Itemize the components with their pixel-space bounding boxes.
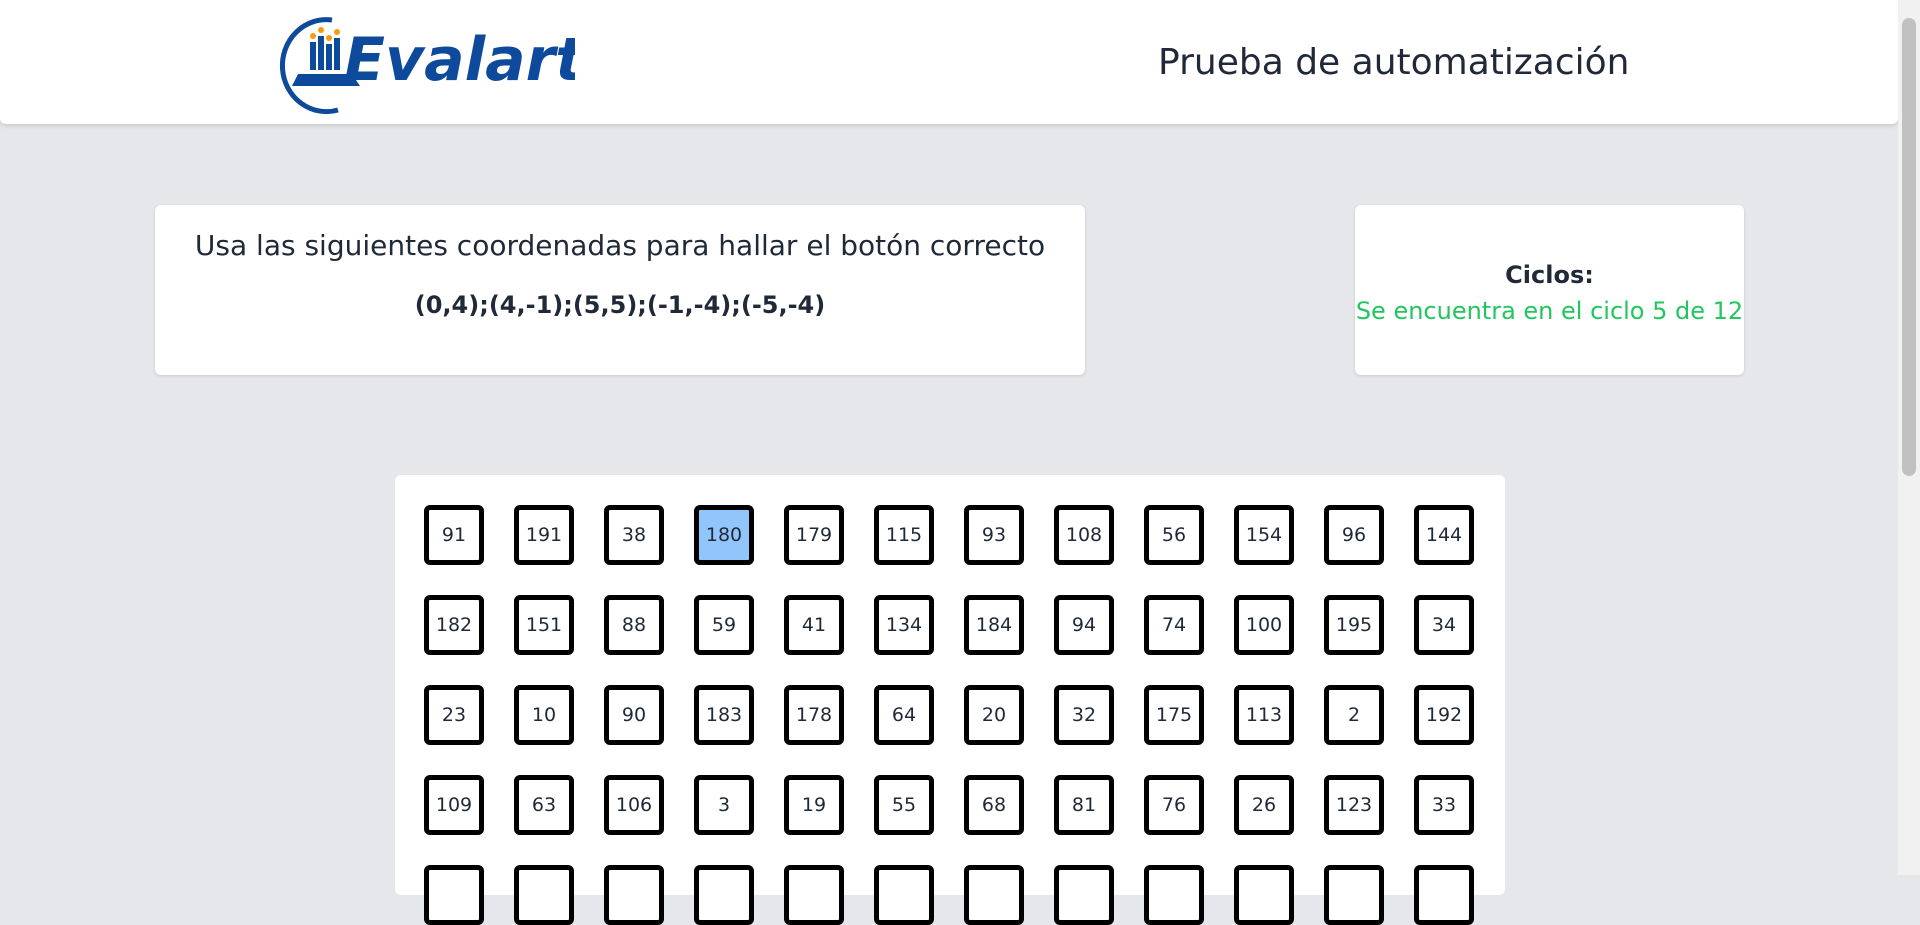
grid-button[interactable]: 23 xyxy=(424,685,484,745)
grid-button[interactable]: 10 xyxy=(514,685,574,745)
grid-button[interactable]: 59 xyxy=(694,595,754,655)
grid-button[interactable] xyxy=(964,865,1024,925)
grid-button[interactable]: 180 xyxy=(694,505,754,565)
grid-button[interactable] xyxy=(424,865,484,925)
grid-button[interactable]: 55 xyxy=(874,775,934,835)
vertical-scrollbar[interactable] xyxy=(1898,0,1920,875)
logo-wordmark: Evalart xyxy=(344,25,575,95)
grid-button[interactable]: 154 xyxy=(1234,505,1294,565)
grid-button[interactable]: 151 xyxy=(514,595,574,655)
grid-button[interactable]: 123 xyxy=(1324,775,1384,835)
grid-button[interactable] xyxy=(784,865,844,925)
grid-button[interactable]: 183 xyxy=(694,685,754,745)
grid-button[interactable]: 144 xyxy=(1414,505,1474,565)
cycle-status: Se encuentra en el ciclo 5 de 12 xyxy=(1355,297,1744,325)
grid-button[interactable]: 74 xyxy=(1144,595,1204,655)
grid-button[interactable]: 115 xyxy=(874,505,934,565)
grid-button[interactable] xyxy=(874,865,934,925)
grid-button[interactable]: 34 xyxy=(1414,595,1474,655)
coordinates-card: Usa las siguientes coordenadas para hall… xyxy=(155,205,1085,375)
grid-button[interactable] xyxy=(604,865,664,925)
grid-button[interactable]: 175 xyxy=(1144,685,1204,745)
grid-button[interactable] xyxy=(1234,865,1294,925)
scrollbar-thumb[interactable] xyxy=(1902,18,1916,476)
cycles-card: Ciclos: Se encuentra en el ciclo 5 de 12 xyxy=(1355,205,1744,375)
grid-button[interactable]: 26 xyxy=(1234,775,1294,835)
grid-button[interactable]: 64 xyxy=(874,685,934,745)
grid-button[interactable]: 96 xyxy=(1324,505,1384,565)
grid-button[interactable]: 93 xyxy=(964,505,1024,565)
evalart-logo: Evalart xyxy=(279,17,575,115)
grid-button[interactable]: 100 xyxy=(1234,595,1294,655)
grid-button[interactable]: 56 xyxy=(1144,505,1204,565)
cycles-label: Ciclos: xyxy=(1505,261,1594,289)
grid-button[interactable]: 106 xyxy=(604,775,664,835)
grid-button[interactable]: 134 xyxy=(874,595,934,655)
page-title: Prueba de automatización xyxy=(1158,42,1630,83)
grid-button[interactable]: 184 xyxy=(964,595,1024,655)
grid-button[interactable]: 76 xyxy=(1144,775,1204,835)
grid-button[interactable]: 3 xyxy=(694,775,754,835)
button-grid-card: 91 191 38 180 179 115 93 108 56 154 96 144 182 151 88 5… xyxy=(395,475,1505,925)
grid-button[interactable]: 81 xyxy=(1054,775,1114,835)
grid-button[interactable]: 32 xyxy=(1054,685,1114,745)
grid-button[interactable]: 179 xyxy=(784,505,844,565)
grid-button[interactable]: 38 xyxy=(604,505,664,565)
grid-button[interactable] xyxy=(514,865,574,925)
grid-button[interactable] xyxy=(1054,865,1114,925)
grid-button[interactable]: 178 xyxy=(784,685,844,745)
grid-button[interactable]: 113 xyxy=(1234,685,1294,745)
grid-button[interactable] xyxy=(694,865,754,925)
grid-button[interactable]: 109 xyxy=(424,775,484,835)
grid-button[interactable]: 2 xyxy=(1324,685,1384,745)
button-grid: 91 191 38 180 179 115 93 108 56 154 96 144 182 151 88 5… xyxy=(424,505,1474,925)
grid-button[interactable]: 91 xyxy=(424,505,484,565)
grid-button[interactable]: 191 xyxy=(514,505,574,565)
grid-button[interactable] xyxy=(1144,865,1204,925)
grid-button[interactable] xyxy=(1414,865,1474,925)
grid-button[interactable]: 68 xyxy=(964,775,1024,835)
header: Evalart Prueba de automatización xyxy=(0,0,1898,124)
grid-button[interactable]: 41 xyxy=(784,595,844,655)
grid-button[interactable]: 195 xyxy=(1324,595,1384,655)
grid-button[interactable]: 33 xyxy=(1414,775,1474,835)
grid-button[interactable]: 94 xyxy=(1054,595,1114,655)
grid-button[interactable] xyxy=(1324,865,1384,925)
grid-button[interactable]: 20 xyxy=(964,685,1024,745)
grid-button[interactable]: 88 xyxy=(604,595,664,655)
instruction-text: Usa las siguientes coordenadas para hall… xyxy=(194,229,1046,262)
grid-button[interactable]: 182 xyxy=(424,595,484,655)
grid-button[interactable]: 192 xyxy=(1414,685,1474,745)
grid-button[interactable]: 108 xyxy=(1054,505,1114,565)
grid-button[interactable]: 63 xyxy=(514,775,574,835)
grid-button[interactable]: 90 xyxy=(604,685,664,745)
coordinates-text: (0,4);(4,-1);(5,5);(-1,-4);(-5,-4) xyxy=(414,291,826,319)
grid-button[interactable]: 19 xyxy=(784,775,844,835)
